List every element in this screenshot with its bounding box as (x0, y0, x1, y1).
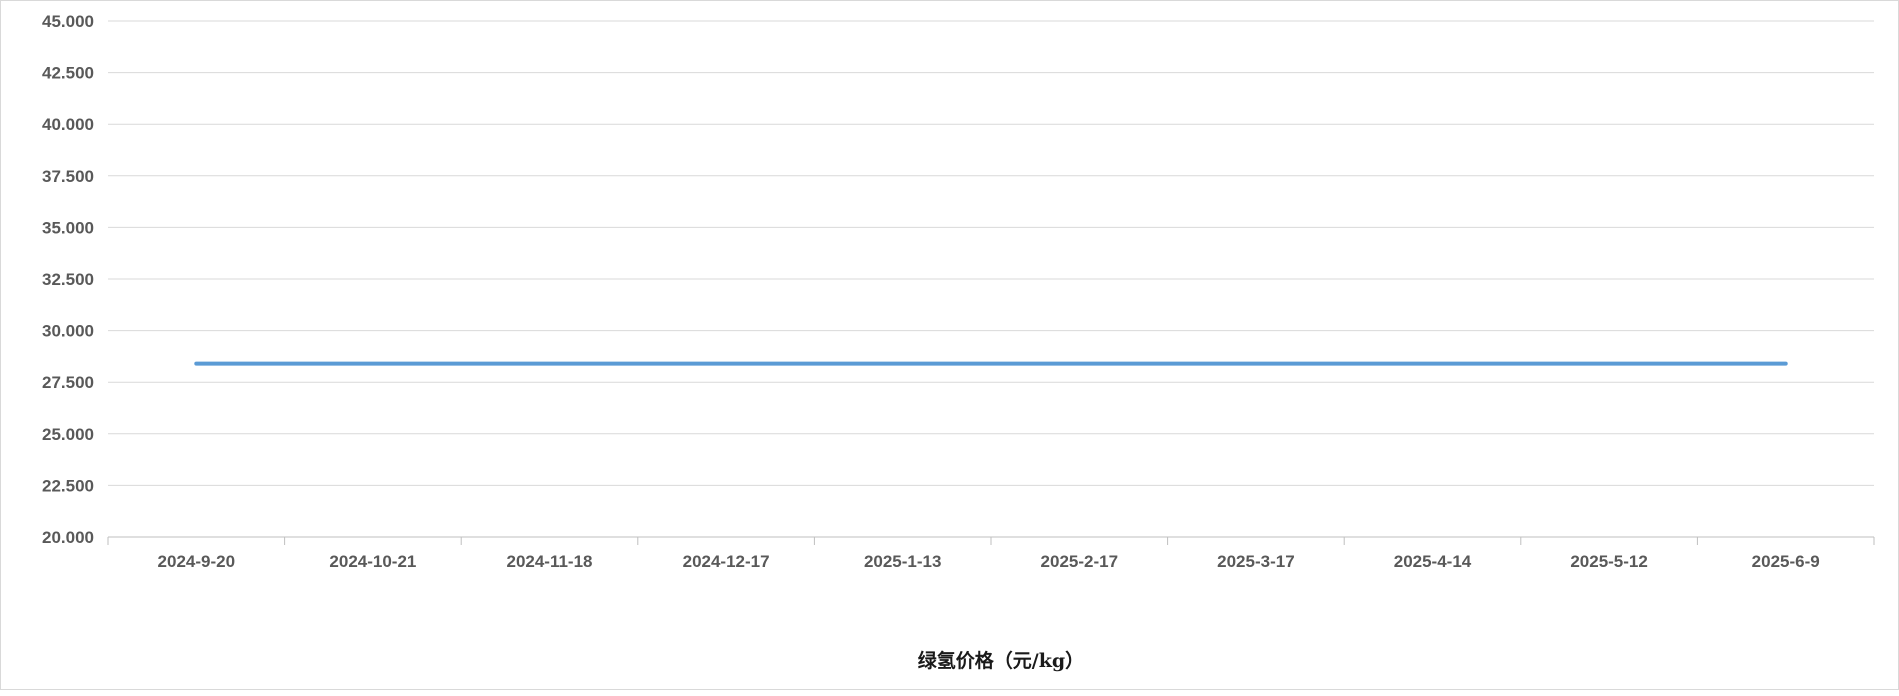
y-tick-label: 42.500 (42, 64, 94, 83)
y-tick-label: 40.000 (42, 115, 94, 134)
x-tick-label: 2025-6-9 (1752, 552, 1820, 571)
y-tick-label: 32.500 (42, 270, 94, 289)
line-chart: 20.000 22.500 25.000 27.500 30.000 32.500 35.0… (42, 12, 1875, 672)
y-tick-label: 25.000 (42, 425, 94, 444)
y-tick-label: 45.000 (42, 12, 94, 31)
x-tick-label: 2024-10-21 (329, 552, 416, 571)
x-tick-label: 2025-2-17 (1041, 552, 1119, 571)
legend: 绿氢价格（元/kg） (918, 649, 1084, 672)
x-tick-label: 2025-3-17 (1217, 552, 1295, 571)
x-tick-label: 2024-11-18 (506, 552, 592, 571)
y-tick-label: 37.500 (42, 167, 94, 186)
x-tick-label: 2024-12-17 (683, 552, 770, 571)
x-tick-label: 2025-4-14 (1394, 552, 1472, 571)
chart-container: 20.000 22.500 25.000 27.500 30.000 32.500 35.0… (0, 0, 1899, 690)
legend-entry-label: 绿氢价格（元/kg） (918, 649, 1084, 672)
y-axis-tick-labels: 20.000 22.500 25.000 27.500 30.000 32.500 35.0… (42, 12, 94, 547)
x-axis-tick-labels: 2024-9-20 2024-10-21 2024-11-18 2024-12-17 2… (158, 552, 1820, 571)
gridlines (108, 20, 1874, 486)
x-tick-label: 2025-1-13 (864, 552, 942, 571)
y-tick-label: 20.000 (42, 528, 94, 547)
y-tick-label: 35.000 (42, 218, 94, 237)
x-axis (107, 536, 1875, 545)
x-tick-label: 2025-5-12 (1570, 552, 1648, 571)
y-tick-label: 27.500 (42, 373, 94, 392)
y-tick-label: 30.000 (42, 322, 94, 341)
x-tick-label: 2024-9-20 (158, 552, 236, 571)
y-tick-label: 22.500 (42, 476, 94, 495)
